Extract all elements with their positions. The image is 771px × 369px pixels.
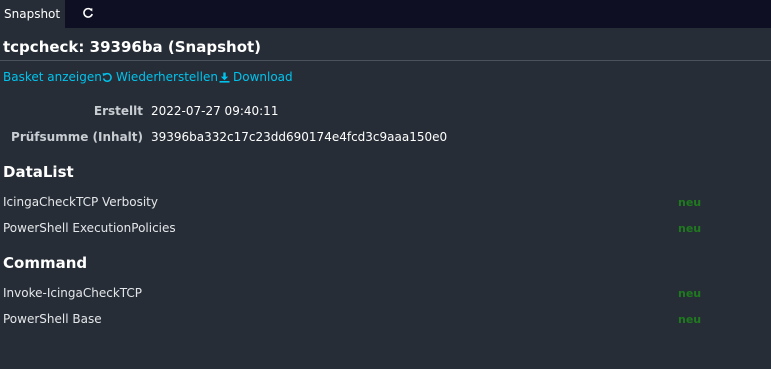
refresh-icon	[82, 7, 94, 22]
download-link[interactable]: Download	[219, 70, 293, 84]
refresh-button[interactable]	[79, 0, 97, 28]
created-label: Erstellt	[93, 104, 143, 118]
checksum-label: Prüfsumme (Inhalt)	[11, 130, 143, 144]
list-item-name[interactable]: PowerShell Base	[3, 312, 102, 326]
status-badge: neu	[678, 287, 702, 300]
status-badge: neu	[678, 222, 702, 235]
tab-bar: Snapshot	[0, 0, 771, 28]
status-badge: neu	[678, 196, 702, 209]
list-item-name[interactable]: PowerShell ExecutionPolicies	[3, 221, 176, 235]
show-basket-label: Basket anzeigen	[3, 70, 102, 84]
rotate-icon	[102, 72, 113, 83]
list-item-name[interactable]: IcingaCheckTCP Verbosity	[3, 195, 158, 209]
restore-link[interactable]: Wiederherstellen	[102, 70, 218, 84]
tab-snapshot-label: Snapshot	[4, 7, 61, 21]
title-divider	[0, 60, 771, 61]
section-heading-datalist: DataList	[3, 163, 74, 181]
section-heading-command: Command	[3, 254, 88, 272]
created-value: 2022-07-27 09:40:11	[151, 104, 279, 118]
checksum-value: 39396ba332c17c23dd690174e4fcd3c9aaa150e0	[151, 130, 448, 144]
list-item-name[interactable]: Invoke-IcingaCheckTCP	[3, 286, 142, 300]
page-title: tcpcheck: 39396ba (Snapshot)	[3, 38, 262, 56]
download-label: Download	[233, 70, 293, 84]
show-basket-link[interactable]: Basket anzeigen	[3, 70, 102, 84]
restore-label: Wiederherstellen	[116, 70, 218, 84]
tab-snapshot[interactable]: Snapshot	[0, 0, 65, 28]
download-icon	[219, 72, 230, 83]
status-badge: neu	[678, 313, 702, 326]
